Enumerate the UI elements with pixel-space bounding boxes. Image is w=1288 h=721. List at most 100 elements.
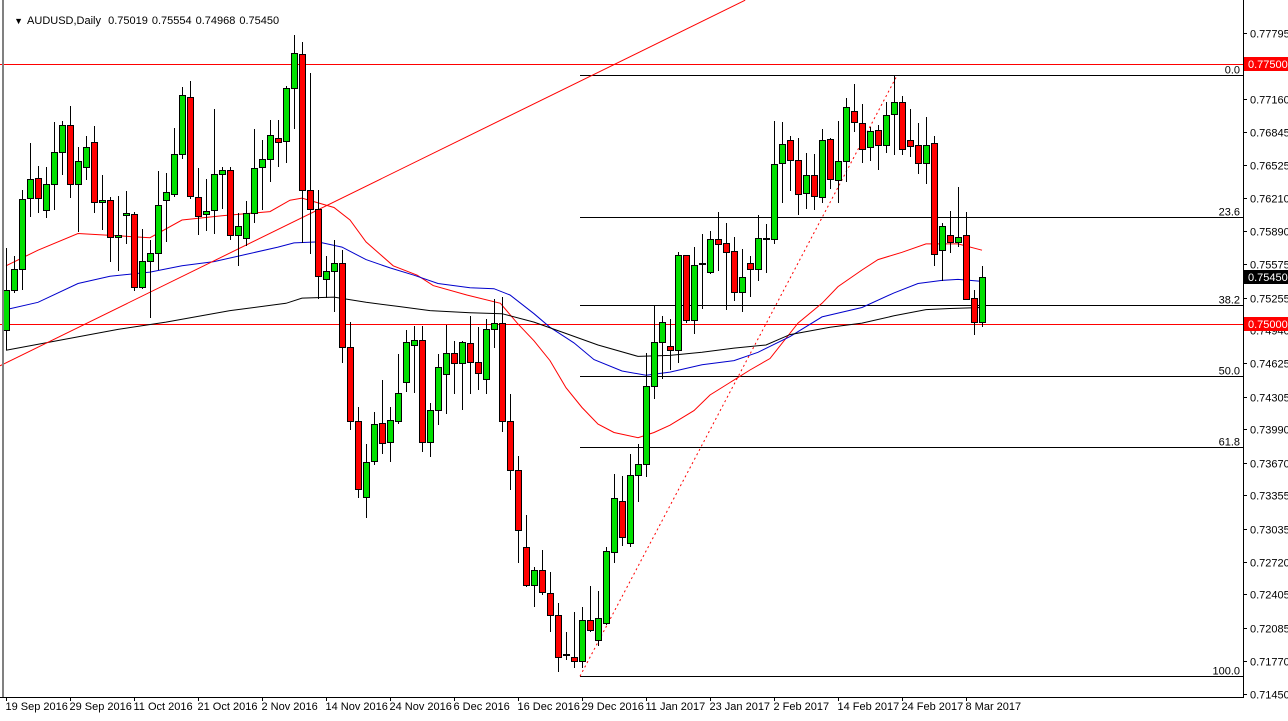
price-tick-label: 0.73670 xyxy=(1250,459,1288,471)
time-tick-label: 2 Feb 2017 xyxy=(774,701,830,713)
bearish-candle xyxy=(187,81,194,199)
bullish-candle xyxy=(179,87,186,159)
time-tick-label: 14 Nov 2016 xyxy=(326,701,388,713)
candle-body xyxy=(219,170,226,175)
candle-body xyxy=(75,161,82,185)
candle-body xyxy=(923,145,930,164)
candle-body xyxy=(523,547,530,586)
price-tick-label: 0.75890 xyxy=(1250,227,1288,239)
candle-body xyxy=(667,346,674,351)
candle-body xyxy=(499,323,506,422)
candle-body xyxy=(579,620,586,662)
candle-body xyxy=(507,421,514,471)
candle-body xyxy=(283,88,290,142)
candle-body xyxy=(899,102,906,150)
candle-body xyxy=(739,277,746,293)
candle-body xyxy=(723,243,730,253)
time-tick-label: 6 Dec 2016 xyxy=(454,701,510,713)
candle-body xyxy=(691,265,698,321)
candle-body xyxy=(707,239,714,273)
candle-body xyxy=(315,209,322,277)
candle-body xyxy=(131,214,138,288)
candle-body xyxy=(515,470,522,531)
price-tick-label: 0.77160 xyxy=(1250,95,1288,107)
candle-body xyxy=(299,54,306,191)
candle-body xyxy=(35,178,42,199)
price-tick-label: 0.73355 xyxy=(1250,491,1288,503)
fib-level-label: 0.0 xyxy=(1225,65,1240,77)
candle-body xyxy=(531,570,538,586)
price-axis[interactable]: 0.77795 0.77160 0.76845 0.76525 0.76210 0.758… xyxy=(1243,29,1288,702)
candle-body xyxy=(443,353,450,375)
candle-body xyxy=(411,340,418,346)
candle-body xyxy=(475,362,482,374)
time-tick-label: 2 Nov 2016 xyxy=(262,701,318,713)
bearish-candle xyxy=(931,136,938,266)
time-tick-label: 11 Oct 2016 xyxy=(134,701,193,713)
candle-body xyxy=(539,570,546,593)
candle-body xyxy=(963,235,970,300)
candle-body xyxy=(331,263,338,272)
candle-body xyxy=(715,239,722,245)
bullish-candle xyxy=(819,129,826,203)
candle-body xyxy=(867,131,874,148)
chart-header: ▼ AUDUSD,Daily 0.75019 0.75554 0.74968 0.754… xyxy=(8,3,283,27)
price-tick-label: 0.71450 xyxy=(1250,690,1288,702)
candle-body xyxy=(779,144,786,164)
level-price-marker-label: 0.75000 xyxy=(1248,319,1288,331)
candle-body xyxy=(483,329,490,380)
bearish-candle xyxy=(227,167,234,240)
bearish-candle xyxy=(899,96,906,155)
candle-body xyxy=(787,140,794,161)
candle-body xyxy=(659,322,666,343)
price-chart[interactable]: 0.023.638.250.061.8100.0 0.777950.771600… xyxy=(0,0,1288,721)
candle-body xyxy=(139,261,146,288)
level-price-marker-label: 0.77500 xyxy=(1248,59,1288,71)
candle-body xyxy=(467,343,474,363)
candle-body xyxy=(851,111,858,123)
candle-body xyxy=(907,140,914,147)
candle-body xyxy=(427,410,434,443)
candle-body xyxy=(227,170,234,236)
candle-body xyxy=(835,161,842,181)
candle-body xyxy=(451,353,458,364)
candle-body xyxy=(651,342,658,387)
candle-body xyxy=(771,164,778,240)
candle-body xyxy=(67,125,74,185)
candle-body xyxy=(123,213,130,216)
candle-body xyxy=(323,271,330,280)
candle-body xyxy=(731,251,738,293)
candle-body xyxy=(115,235,122,238)
candle-body xyxy=(819,140,826,198)
candle-body xyxy=(435,367,442,411)
triangle-down-icon[interactable]: ▼ xyxy=(14,16,23,26)
candle-body xyxy=(307,190,314,210)
candle-body xyxy=(555,615,562,658)
candle-body xyxy=(803,175,810,194)
candle-body xyxy=(83,147,90,168)
candle-body xyxy=(291,53,298,89)
candle-body xyxy=(827,139,834,180)
fib-level-label: 61.8 xyxy=(1219,437,1240,449)
candle-body xyxy=(947,235,954,243)
time-tick-label: 16 Dec 2016 xyxy=(518,701,580,713)
current-price-marker-label: 0.75450 xyxy=(1248,272,1288,284)
price-tick-label: 0.76525 xyxy=(1250,161,1288,173)
time-tick-label: 29 Dec 2016 xyxy=(582,701,644,713)
open-value: 0.75019 xyxy=(108,15,148,27)
bullish-candle xyxy=(603,547,610,625)
candle-body xyxy=(547,593,554,616)
candle-body xyxy=(979,277,986,323)
time-tick-label: 29 Sep 2016 xyxy=(70,701,132,713)
current-price-marker: 0.75450 xyxy=(1244,270,1288,284)
candle-body xyxy=(915,145,922,164)
price-tick-label: 0.76845 xyxy=(1250,128,1288,140)
price-tick-label: 0.71770 xyxy=(1250,657,1288,669)
candle-body xyxy=(27,179,34,199)
candle-body xyxy=(563,654,570,656)
candle-body xyxy=(235,226,242,236)
time-tick-label: 11 Jan 2017 xyxy=(646,701,706,713)
fib-level-label: 100.0 xyxy=(1212,666,1240,678)
low-value: 0.74968 xyxy=(195,15,236,27)
price-tick-label: 0.74625 xyxy=(1250,359,1288,371)
